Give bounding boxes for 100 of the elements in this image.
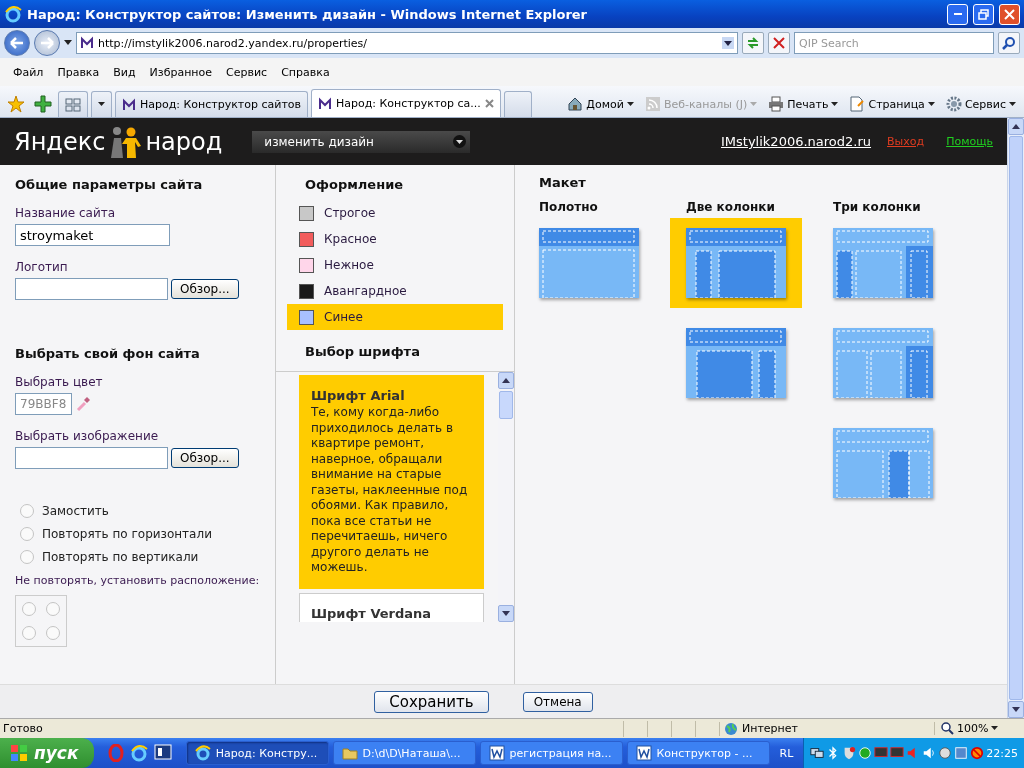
user-link[interactable]: IMstylik2006.narod2.ru: [721, 134, 872, 149]
toolbar-button[interactable]: Печать: [764, 91, 843, 117]
prohibited-icon[interactable]: [970, 746, 985, 760]
cancel-button[interactable]: Отмена: [522, 691, 593, 712]
back-button[interactable]: [4, 30, 30, 56]
font-option[interactable]: [299, 375, 484, 589]
caret-up-icon: [502, 378, 510, 383]
menu-item[interactable]: Правка: [50, 63, 107, 81]
address-field[interactable]: http://imstylik2006.narod2.yandex.ru/properties/: [76, 32, 738, 54]
search-button[interactable]: [998, 32, 1020, 54]
window-icon[interactable]: [954, 746, 969, 760]
caret-icon: [626, 101, 634, 107]
radio-button[interactable]: [20, 504, 34, 518]
menu-item[interactable]: Избранное: [142, 63, 220, 81]
url-text: http://imstylik2006.narod2.yandex.ru/properties/: [98, 36, 369, 50]
scrollbar[interactable]: [498, 372, 514, 622]
toolbar-button[interactable]: Домой: [563, 91, 638, 117]
stop-button[interactable]: [768, 32, 790, 54]
browse-button[interactable]: Обзор...: [171, 448, 239, 468]
scrollbar-thumb[interactable]: [499, 391, 513, 419]
option-label: Повторять по горизонтали: [42, 527, 212, 541]
speaker-icon[interactable]: [922, 746, 937, 760]
radio-button[interactable]: [22, 602, 36, 616]
forward-button[interactable]: [34, 30, 60, 56]
field-label: Выбрать изображение: [15, 429, 160, 443]
help-link[interactable]: Помощь: [946, 135, 993, 148]
minimize-button[interactable]: [947, 3, 968, 25]
caret-down-icon: [1012, 707, 1020, 712]
monitor-icon[interactable]: [874, 746, 889, 760]
caret-icon[interactable]: [64, 40, 72, 46]
printer-icon: [768, 96, 785, 112]
network-icon[interactable]: [810, 746, 825, 760]
logout-link[interactable]: Выход: [887, 135, 925, 148]
theme-option[interactable]: Красное: [287, 226, 503, 252]
browse-button[interactable]: Обзор...: [171, 279, 239, 299]
window-title: Народ: Конструктор сайтов: Изменить дизайн - Windows Internet Explorer: [27, 6, 589, 22]
star-icon[interactable]: [7, 95, 25, 113]
toolbar-button[interactable]: Страница: [845, 91, 939, 117]
radio-button[interactable]: [46, 602, 60, 616]
theme-option[interactable]: Нежное: [287, 252, 503, 278]
taskbar-button[interactable]: Народ: Констру...: [185, 741, 329, 765]
radio-button[interactable]: [22, 626, 36, 640]
monitor-icon[interactable]: [890, 746, 905, 760]
browser-tab[interactable]: Народ: Конструктор са...: [311, 89, 501, 117]
quick-tabs-button[interactable]: [58, 91, 88, 117]
close-button[interactable]: [999, 3, 1020, 25]
folder-icon: [341, 745, 358, 761]
zoom-button[interactable]: 100%: [934, 722, 1024, 735]
column-title: Полотно: [539, 200, 598, 214]
field-label: Не повторять, установить расположение:: [15, 574, 261, 587]
taskbar-button[interactable]: D:\d\D\Наташа\...: [332, 741, 476, 765]
menu-item[interactable]: Вид: [106, 63, 143, 81]
close-icon[interactable]: [484, 99, 494, 108]
taskbar-button[interactable]: Конструктор - ...: [626, 741, 770, 765]
menu-item[interactable]: Сервис: [219, 63, 275, 81]
menu-item[interactable]: Файл: [6, 63, 51, 81]
site-name-field[interactable]: stroymaket: [15, 224, 170, 246]
scrollbar[interactable]: [1007, 118, 1024, 718]
add-icon[interactable]: [34, 95, 52, 113]
caret-icon[interactable]: [722, 37, 734, 49]
font-option[interactable]: Шрифт Verdana: [299, 592, 484, 622]
field-label: Название сайта: [15, 206, 117, 220]
tab-list-button[interactable]: [91, 91, 112, 117]
shield-icon[interactable]: [842, 746, 857, 760]
arrow-right-icon: [40, 37, 54, 49]
theme-option[interactable]: Строгое: [287, 200, 503, 226]
font-title: Шрифт Arial: [311, 388, 406, 403]
browser-logo-icon: [194, 745, 211, 761]
section-title: Оформление: [304, 177, 405, 194]
theme-option[interactable]: Авангардное: [287, 278, 503, 304]
menu-item[interactable]: Справка: [274, 63, 337, 81]
eyedropper-icon[interactable]: [75, 396, 91, 412]
toolbar-button[interactable]: Сервис: [941, 91, 1020, 117]
refresh-button[interactable]: [742, 32, 764, 54]
scrollbar-thumb[interactable]: [1009, 136, 1023, 700]
clock-text: 22:25: [986, 746, 1018, 760]
save-button[interactable]: Сохранить: [374, 690, 489, 713]
radio-button[interactable]: [46, 626, 60, 640]
desktop-icon[interactable]: [153, 744, 172, 760]
home-icon: [567, 96, 584, 112]
new-tab-button[interactable]: [503, 91, 532, 117]
design-dropdown[interactable]: изменить дизайн: [252, 130, 471, 153]
radio-button[interactable]: [20, 550, 34, 564]
radio-button[interactable]: [20, 527, 34, 541]
caret-icon: [750, 101, 758, 107]
caret-icon: [831, 101, 839, 107]
color-field[interactable]: 79BBF8: [15, 393, 72, 415]
caret-icon: [1009, 101, 1016, 107]
layout-option[interactable]: [670, 218, 802, 308]
theme-option[interactable]: Синее: [287, 304, 503, 330]
file-field[interactable]: [15, 447, 168, 469]
circle-icon[interactable]: [858, 746, 873, 760]
browser-tab[interactable]: Народ: Конструктор сайтов: [115, 91, 309, 117]
font-sample-text: Те, кому когда-либо приходилось делать в квартире ремонт, наверное, обращали внимание на старые газеты, наклеенные под обоями. Как правило, пока все статьи не перечитаешь, ничего другого делать не можешь.: [311, 405, 469, 576]
restore-button[interactable]: [973, 3, 994, 25]
file-field[interactable]: [15, 278, 168, 300]
taskbar-button[interactable]: регистрация на...: [479, 741, 623, 765]
browser-logo-icon[interactable]: [129, 744, 148, 762]
search-field[interactable]: QIP Search: [794, 32, 994, 54]
language-indicator[interactable]: RL: [773, 746, 800, 760]
